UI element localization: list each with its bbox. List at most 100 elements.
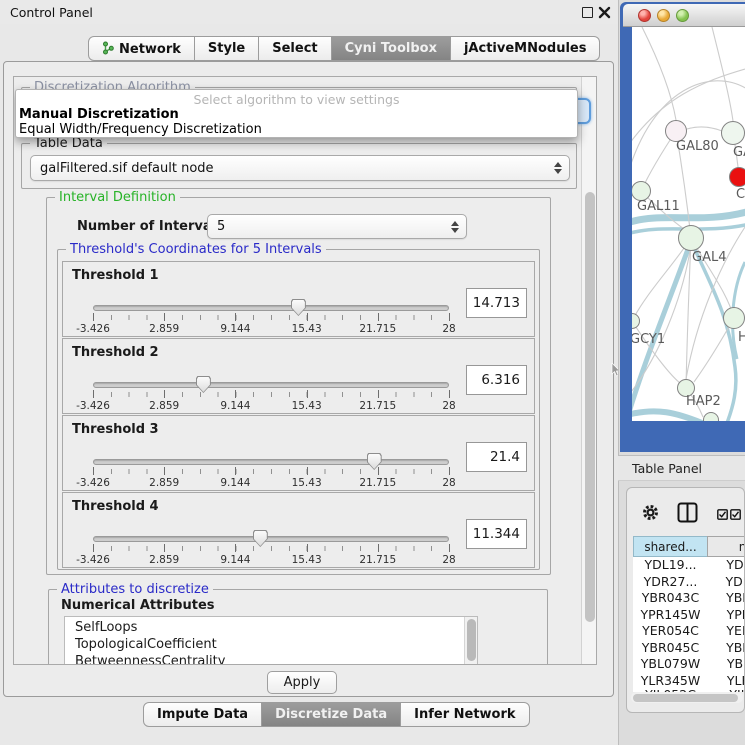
node-bottom-partial[interactable] <box>703 412 719 421</box>
tab-style[interactable]: Style <box>195 36 259 61</box>
threshold-3-panel: Threshold 3 21.4 -3.426 2.859 9.144 15.4… <box>62 415 535 491</box>
node-label-gal11: GAL11 <box>637 199 680 214</box>
table-panel-title: Table Panel <box>632 461 702 476</box>
table-row[interactable]: YBR045CYBR0 <box>633 640 745 657</box>
slider-thumb[interactable] <box>253 530 268 547</box>
slider-track[interactable] <box>93 382 449 388</box>
network-icon <box>102 41 114 55</box>
table-panel: shared... n YDL19...YDL1 YDR27...YDR2 YB… <box>626 487 745 713</box>
numerical-attributes-label: Numerical Attributes <box>61 598 215 613</box>
close-icon[interactable] <box>598 5 611 19</box>
slider-track[interactable] <box>93 536 449 542</box>
slider-thumb[interactable] <box>196 376 211 393</box>
threshold-4-slider[interactable]: -3.426 2.859 9.144 15.43 21.715 28 <box>93 533 449 565</box>
node-label-c: C <box>736 187 745 202</box>
node-gal4[interactable] <box>678 225 704 251</box>
table-row[interactable]: YPR145WYPR1 <box>633 607 745 624</box>
slider-minor-ticks <box>93 315 450 320</box>
dropdown-option-equal-width[interactable]: Equal Width/Frequency Discretization <box>19 122 262 137</box>
slider-thumb[interactable] <box>367 453 382 470</box>
scrollbar-thumb[interactable] <box>585 192 595 622</box>
threshold-4-value-field[interactable]: 11.344 <box>466 519 527 549</box>
minimize-traffic-light-icon[interactable] <box>657 9 670 22</box>
top-tab-bar: Network Style Select Cyni Toolbox jActiv… <box>88 36 600 61</box>
combo-stepper-icon <box>554 162 562 174</box>
group-title: Interval Definition <box>55 190 180 205</box>
scrollbar-thumb[interactable] <box>633 694 738 702</box>
zoom-traffic-light-icon[interactable] <box>676 9 689 22</box>
tab-network[interactable]: Network <box>88 36 195 61</box>
group-title: Attributes to discretize <box>57 582 213 597</box>
node-label-gcy1: GCY1 <box>632 332 665 347</box>
dropdown-option-manual[interactable]: Manual Discretization <box>19 107 179 122</box>
table-row[interactable]: YDL19...YDL1 <box>633 557 745 574</box>
table-panel-header: Table Panel <box>618 455 745 481</box>
tab-label: Cyni Toolbox <box>345 41 437 56</box>
num-intervals-combo[interactable]: 5 <box>207 214 467 239</box>
gear-icon[interactable] <box>642 504 659 521</box>
attributes-group: Attributes to discretize Numerical Attri… <box>48 589 548 665</box>
tab-label: Network <box>119 42 181 57</box>
node-label-h: H <box>738 330 745 345</box>
dropdown-placeholder: Select algorithm to view settings <box>16 92 577 107</box>
table-horizontal-scrollbar[interactable] <box>631 692 743 703</box>
column-header-name[interactable]: n <box>707 536 745 557</box>
tab-jactivemnodules[interactable]: jActiveMNodules <box>451 36 601 61</box>
split-panel-icon[interactable] <box>677 502 698 523</box>
slider-thumb[interactable] <box>291 299 306 316</box>
tab-label: jActiveMNodules <box>464 41 587 56</box>
tab-impute-data[interactable]: Impute Data <box>143 702 262 727</box>
node-selected-red[interactable] <box>729 167 745 187</box>
checkbox-icon-2[interactable] <box>730 509 741 520</box>
table-data-group: Table Data galFiltered.sif default node <box>21 143 577 189</box>
threshold-label: Threshold 2 <box>72 345 159 360</box>
algorithm-dropdown-popup: Select algorithm to view settings Manual… <box>15 89 578 138</box>
table-row[interactable]: YDR27...YDR2 <box>633 574 745 591</box>
list-item-betweennesscentrality[interactable]: BetweennessCentrality <box>75 654 225 665</box>
table-row[interactable]: YER054CYER0 <box>633 623 745 640</box>
tab-discretize-data[interactable]: Discretize Data <box>262 702 401 727</box>
threshold-2-value-field[interactable]: 6.316 <box>466 365 527 395</box>
node-label-gal: GA <box>733 145 745 160</box>
slider-track[interactable] <box>93 305 449 311</box>
tab-select[interactable]: Select <box>259 36 331 61</box>
scrollbar-thumb[interactable] <box>467 619 476 661</box>
group-title: Threshold's Coordinates for 5 Intervals <box>66 242 326 257</box>
threshold-2-panel: Threshold 2 6.316 -3.426 2.859 9.144 15.… <box>62 338 535 414</box>
apply-button[interactable]: Apply <box>267 671 337 694</box>
threshold-3-slider[interactable]: -3.426 2.859 9.144 15.43 21.715 28 <box>93 456 449 488</box>
threshold-1-slider[interactable]: -3.426 2.859 9.144 15.43 21.715 28 <box>93 302 449 334</box>
list-item-selfloops[interactable]: SelfLoops <box>75 620 137 635</box>
node-gal[interactable] <box>721 121 745 145</box>
panel-scrollbar[interactable] <box>581 77 597 665</box>
thresholds-group: Threshold's Coordinates for 5 Intervals … <box>57 249 540 570</box>
threshold-3-value-field[interactable]: 21.4 <box>466 442 527 472</box>
tab-label: Impute Data <box>157 707 248 722</box>
threshold-1-value-field[interactable]: 14.713 <box>466 288 527 318</box>
threshold-2-slider[interactable]: -3.426 2.859 9.144 15.43 21.715 28 <box>93 379 449 411</box>
network-canvas[interactable]: GAL80 GA C GAL11 GAL4 GCY1 H HAP2 <box>632 27 745 421</box>
threshold-4-panel: Threshold 4 11.344 -3.426 2.859 9.144 15… <box>62 492 535 568</box>
node-h[interactable] <box>723 307 745 329</box>
control-panel-titlebar: Control Panel <box>0 0 618 24</box>
node-gal11[interactable] <box>632 181 651 201</box>
tab-label: Discretize Data <box>275 707 387 722</box>
threshold-label: Threshold 4 <box>72 499 159 514</box>
list-scrollbar[interactable] <box>464 617 477 665</box>
checkbox-icon-1[interactable] <box>717 509 728 520</box>
column-header-shared[interactable]: shared... <box>633 536 708 557</box>
tab-cyni-toolbox[interactable]: Cyni Toolbox <box>332 36 451 61</box>
slider-minor-ticks <box>93 469 450 474</box>
table-data-combo[interactable]: galFiltered.sif default node <box>30 155 570 181</box>
list-item-topologicalcoefficient[interactable]: TopologicalCoefficient <box>75 637 217 652</box>
float-window-icon[interactable] <box>582 7 593 18</box>
network-window-titlebar[interactable] <box>623 4 745 27</box>
slider-track[interactable] <box>93 459 449 465</box>
close-traffic-light-icon[interactable] <box>638 9 651 22</box>
table-body: YDL19...YDL1 YDR27...YDR2 YBR043CYBR0 YP… <box>633 557 745 692</box>
tab-label: Infer Network <box>414 707 515 722</box>
table-row[interactable]: YBL079WYBL0 <box>633 656 745 673</box>
tab-label: Style <box>208 41 245 56</box>
tab-infer-network[interactable]: Infer Network <box>401 702 529 727</box>
table-row[interactable]: YBR043CYBR0 <box>633 590 745 607</box>
